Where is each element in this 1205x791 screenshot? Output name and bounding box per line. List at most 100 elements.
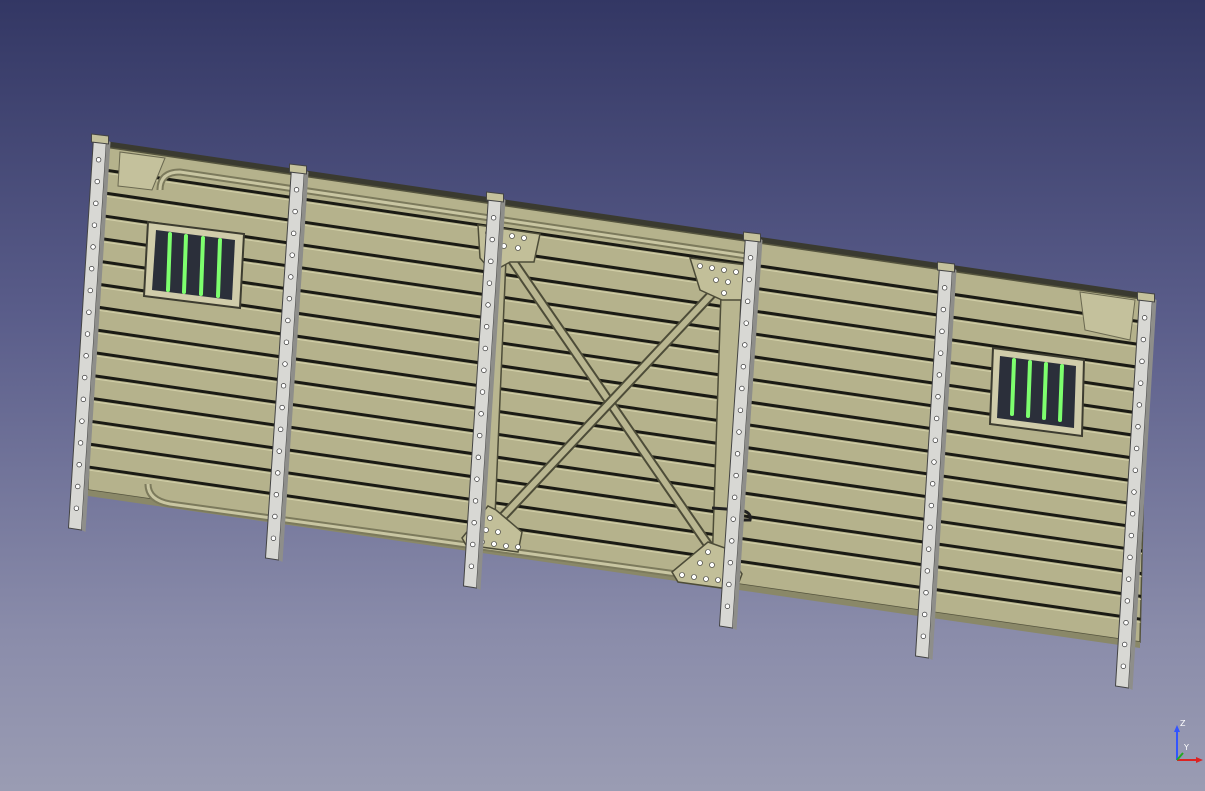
- bolt-hole: [479, 389, 486, 395]
- stanchion-cap: [1137, 291, 1155, 303]
- z-axis-label: Z: [1180, 719, 1186, 728]
- bolt-hole: [82, 374, 88, 381]
- bolt-hole: [291, 230, 297, 236]
- bolt-hole: [942, 285, 948, 291]
- bolt-hole: [90, 244, 96, 250]
- bolt-hole: [736, 429, 742, 435]
- window-right: [988, 346, 1086, 438]
- y-axis-label: Y: [1183, 743, 1189, 752]
- bolt-hole: [1139, 358, 1145, 364]
- bolt-hole: [1134, 445, 1140, 452]
- bolt-hole: [936, 372, 942, 378]
- bolt-hole: [1128, 532, 1134, 539]
- bolt-hole: [83, 353, 89, 359]
- bolt-hole: [283, 339, 290, 345]
- bolt-hole: [86, 309, 92, 315]
- bolt-hole: [932, 437, 938, 443]
- stanchion-cap: [91, 133, 109, 145]
- bolt-hole: [934, 415, 940, 422]
- 3d-viewport[interactable]: Z Y: [0, 0, 1205, 791]
- bolt-hole: [920, 633, 926, 639]
- bolt-hole: [93, 200, 99, 206]
- bolt-hole: [486, 280, 493, 286]
- bolt-hole: [746, 276, 752, 283]
- bolt-hole: [726, 581, 732, 588]
- bolt-hole: [940, 306, 946, 313]
- bolt-hole: [1140, 336, 1146, 343]
- bolt-hole: [472, 498, 479, 504]
- bolt-hole: [73, 505, 80, 511]
- bolt-hole: [930, 481, 936, 487]
- bolt-hole: [270, 535, 277, 541]
- bolt-hole: [747, 255, 754, 261]
- bolt-hole: [481, 367, 487, 373]
- bolt-hole: [1126, 576, 1132, 582]
- stanchion-cap: [289, 163, 307, 175]
- bolt-hole: [91, 222, 98, 228]
- bolt-hole: [737, 407, 744, 413]
- bolt-hole: [733, 472, 739, 479]
- bolt-hole: [484, 324, 490, 330]
- bolt-hole: [289, 252, 295, 258]
- bolt-hole: [732, 494, 738, 500]
- bolt-hole: [95, 157, 102, 163]
- bolt-hole: [1120, 663, 1126, 669]
- bolt-hole: [938, 350, 944, 356]
- bolt-hole: [727, 560, 733, 566]
- bolt-hole: [275, 470, 281, 476]
- bolt-hole: [276, 448, 282, 454]
- bolt-hole: [1131, 489, 1137, 495]
- bolt-hole: [923, 590, 929, 596]
- window-left: [142, 220, 246, 310]
- bolt-hole: [1136, 402, 1142, 408]
- stanchion-cap: [743, 231, 761, 243]
- bolt-hole: [927, 524, 933, 530]
- bolt-hole: [288, 274, 294, 280]
- bolt-hole: [292, 208, 298, 215]
- bolt-hole: [485, 302, 491, 308]
- bolt-hole: [282, 361, 288, 367]
- bolt-hole: [94, 178, 100, 185]
- wagon-side-model[interactable]: [0, 0, 1205, 791]
- bolt-hole: [477, 432, 483, 439]
- bolt-hole: [285, 317, 291, 324]
- bolt-hole: [742, 342, 748, 348]
- bolt-hole: [729, 538, 735, 544]
- bolt-hole: [739, 385, 745, 392]
- bolt-hole: [1127, 554, 1133, 560]
- bolt-hole: [922, 611, 928, 618]
- bolt-hole: [84, 331, 91, 337]
- bolt-hole: [935, 394, 941, 400]
- bolt-hole: [468, 563, 475, 569]
- bolt-hole: [77, 440, 84, 446]
- bolt-hole: [939, 328, 945, 334]
- bolt-hole: [278, 426, 284, 432]
- bolt-hole: [1124, 598, 1130, 604]
- bolt-hole: [89, 266, 95, 272]
- bolt-hole: [740, 364, 746, 370]
- bolt-hole: [1130, 511, 1136, 517]
- bolt-hole: [1142, 315, 1148, 321]
- bolt-hole: [87, 287, 93, 294]
- stanchion-cap: [486, 191, 504, 203]
- bolt-hole: [926, 546, 932, 552]
- bolt-hole: [478, 411, 484, 417]
- axis-indicator: Z Y: [1174, 719, 1203, 763]
- bolt-hole: [475, 454, 481, 460]
- bolt-hole: [273, 492, 279, 498]
- bolt-hole: [482, 345, 488, 352]
- bolt-hole: [1123, 620, 1129, 626]
- bolt-hole: [924, 568, 930, 574]
- bolt-hole: [79, 418, 85, 424]
- bolt-hole: [743, 320, 749, 326]
- bolt-hole: [272, 513, 278, 520]
- bolt-hole: [75, 483, 81, 490]
- bolt-hole: [488, 258, 494, 264]
- bolt-hole: [745, 298, 751, 304]
- stanchion-cap: [937, 261, 955, 273]
- bolt-hole: [928, 502, 934, 509]
- bolt-hole: [471, 520, 477, 526]
- bolt-hole: [1122, 641, 1128, 648]
- bolt-hole: [730, 516, 736, 522]
- bolt-hole: [931, 459, 937, 465]
